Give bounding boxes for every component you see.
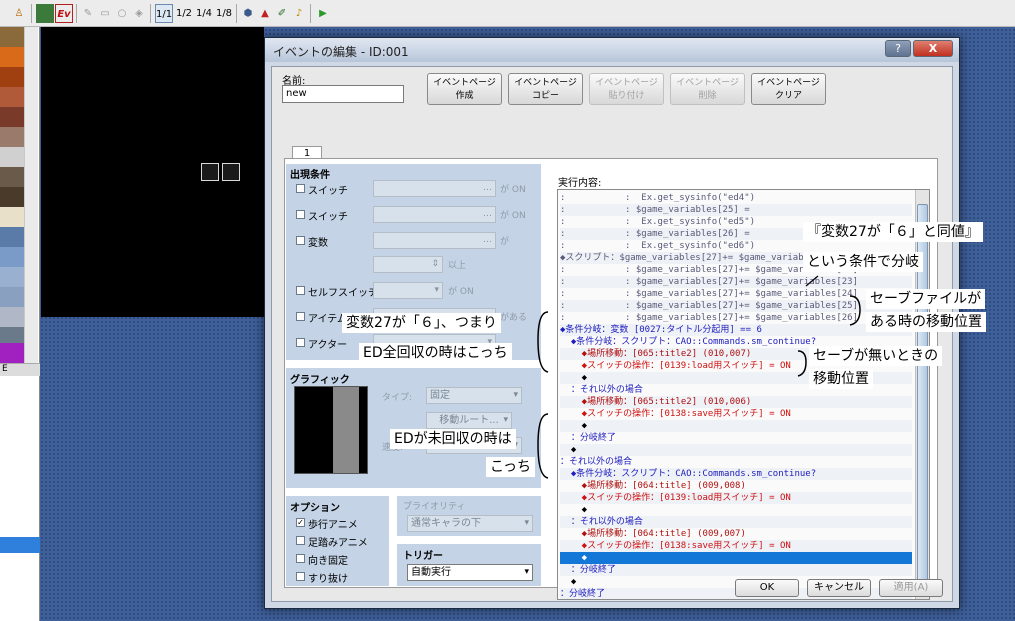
bracket-save-exists [849, 295, 861, 326]
bracket-all-ed [537, 311, 549, 373]
annotation-brackets [537, 275, 861, 479]
bracket-ed-incomplete [537, 413, 549, 479]
bracket-no-save [797, 350, 807, 377]
arrow-branch [805, 275, 819, 287]
